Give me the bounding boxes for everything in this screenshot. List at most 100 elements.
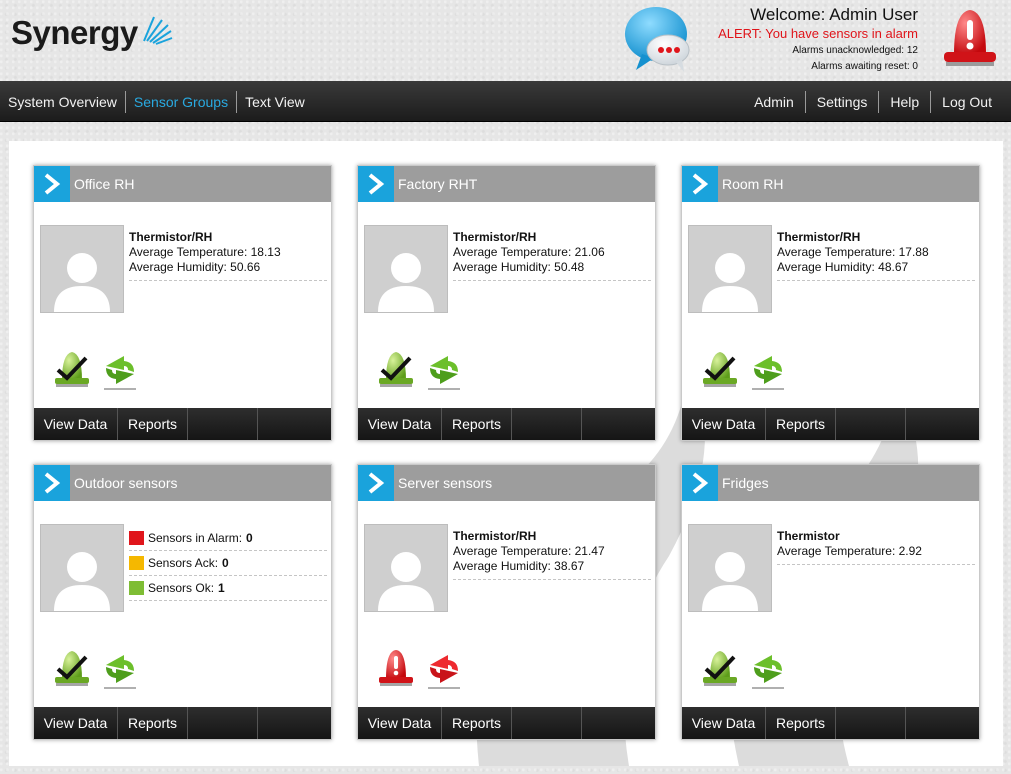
status-count: 0 bbox=[246, 531, 253, 545]
divider bbox=[453, 579, 651, 580]
card-title: Server sensors bbox=[398, 475, 493, 491]
group-avatar bbox=[364, 524, 448, 612]
card-header[interactable]: Fridges bbox=[682, 465, 979, 501]
sensor-info: Thermistor/RH Average Temperature: 17.88… bbox=[777, 230, 975, 281]
expand-arrow-icon[interactable] bbox=[358, 166, 394, 202]
nav-log-out[interactable]: Log Out bbox=[931, 91, 1003, 113]
reports-button[interactable]: Reports bbox=[118, 408, 188, 440]
sensor-groups-panel: Office RH Thermistor/RH Average Temperat… bbox=[9, 141, 1003, 766]
card-title: Office RH bbox=[74, 176, 135, 192]
sensor-type: Thermistor/RH bbox=[777, 230, 861, 244]
average-temperature: Average Temperature: 18.13 bbox=[129, 245, 281, 259]
sensor-info: Thermistor/RH Average Temperature: 21.06… bbox=[453, 230, 651, 281]
sensor-group-card: Office RH Thermistor/RH Average Temperat… bbox=[33, 165, 332, 441]
nav-admin[interactable]: Admin bbox=[743, 91, 805, 113]
chat-bubble-icon[interactable] bbox=[624, 4, 694, 77]
reset-alarm-icon[interactable] bbox=[748, 647, 788, 694]
reset-alarm-icon[interactable] bbox=[748, 348, 788, 395]
expand-arrow-icon[interactable] bbox=[682, 166, 718, 202]
nav-help[interactable]: Help bbox=[879, 91, 930, 113]
status-label: Sensors Ack: bbox=[148, 556, 219, 570]
main-navigation: System Overview Sensor Groups Text View … bbox=[0, 81, 1011, 122]
view-data-button[interactable]: View Data bbox=[358, 707, 442, 739]
average-humidity: Average Humidity: 48.67 bbox=[777, 260, 909, 274]
reports-button[interactable]: Reports bbox=[766, 408, 836, 440]
nav-sensor-groups[interactable]: Sensor Groups bbox=[126, 91, 236, 113]
alarm-alert-text[interactable]: ALERT: You have sensors in alarm bbox=[718, 25, 918, 43]
card-header[interactable]: Factory RHT bbox=[358, 166, 655, 202]
expand-arrow-icon[interactable] bbox=[34, 465, 70, 501]
reset-alarm-icon[interactable] bbox=[100, 348, 140, 395]
reports-button[interactable]: Reports bbox=[118, 707, 188, 739]
average-temperature: Average Temperature: 17.88 bbox=[777, 245, 929, 259]
status-label: Sensors Ok: bbox=[148, 581, 215, 595]
acknowledge-alarm-icon[interactable] bbox=[52, 348, 92, 395]
card-actions bbox=[52, 647, 148, 694]
card-actions bbox=[376, 647, 472, 694]
average-temperature: Average Temperature: 21.06 bbox=[453, 245, 605, 259]
nav-text-view[interactable]: Text View bbox=[237, 91, 313, 113]
card-header[interactable]: Room RH bbox=[682, 166, 979, 202]
reports-button[interactable]: Reports bbox=[766, 707, 836, 739]
group-avatar bbox=[364, 225, 448, 313]
card-footer: View Data Reports bbox=[682, 408, 979, 440]
empty-footer-slot bbox=[836, 707, 906, 739]
ok-status-swatch bbox=[129, 581, 144, 595]
reset-alarm-icon[interactable] bbox=[424, 647, 464, 694]
divider bbox=[777, 564, 975, 565]
alarm-status-swatch bbox=[129, 531, 144, 545]
view-data-button[interactable]: View Data bbox=[34, 408, 118, 440]
group-avatar bbox=[688, 225, 772, 313]
card-actions bbox=[376, 348, 472, 395]
card-actions bbox=[700, 647, 796, 694]
welcome-text: Welcome: Admin User bbox=[750, 5, 918, 24]
acknowledge-alarm-icon[interactable] bbox=[700, 348, 740, 395]
card-footer: View Data Reports bbox=[358, 408, 655, 440]
group-avatar bbox=[688, 524, 772, 612]
expand-arrow-icon[interactable] bbox=[682, 465, 718, 501]
card-title: Room RH bbox=[722, 176, 784, 192]
view-data-button[interactable]: View Data bbox=[682, 707, 766, 739]
acknowledge-alarm-icon[interactable] bbox=[376, 348, 416, 395]
empty-footer-slot bbox=[836, 408, 906, 440]
card-footer: View Data Reports bbox=[358, 707, 655, 739]
reports-button[interactable]: Reports bbox=[442, 707, 512, 739]
card-footer: View Data Reports bbox=[34, 707, 331, 739]
card-header[interactable]: Office RH bbox=[34, 166, 331, 202]
sensor-group-card: Server sensors Thermistor/RH Average Tem… bbox=[357, 464, 656, 740]
card-footer: View Data Reports bbox=[34, 408, 331, 440]
empty-footer-slot bbox=[512, 408, 582, 440]
status-alarm-row: Sensors in Alarm: 0 bbox=[129, 526, 327, 551]
card-actions bbox=[52, 348, 148, 395]
card-header[interactable]: Server sensors bbox=[358, 465, 655, 501]
sensor-status-list: Sensors in Alarm: 0 Sensors Ack: 0 Senso… bbox=[129, 526, 327, 601]
divider bbox=[777, 280, 975, 281]
sensor-info: Thermistor/RH Average Temperature: 18.13… bbox=[129, 230, 327, 281]
nav-system-overview[interactable]: System Overview bbox=[0, 91, 125, 113]
average-temperature: Average Temperature: 2.92 bbox=[777, 544, 922, 558]
reset-alarm-icon[interactable] bbox=[424, 348, 464, 395]
nav-settings[interactable]: Settings bbox=[806, 91, 879, 113]
average-humidity: Average Humidity: 38.67 bbox=[453, 559, 585, 573]
sensor-info: Thermistor Average Temperature: 2.92 bbox=[777, 529, 975, 565]
alarm-siren-icon[interactable] bbox=[376, 647, 416, 694]
acknowledge-alarm-icon[interactable] bbox=[700, 647, 740, 694]
nav-right: Admin Settings Help Log Out bbox=[743, 81, 1003, 122]
status-count: 1 bbox=[218, 581, 225, 595]
reports-button[interactable]: Reports bbox=[442, 408, 512, 440]
view-data-button[interactable]: View Data bbox=[682, 408, 766, 440]
signal-wave-icon bbox=[142, 16, 173, 45]
header: Synergy Welcome: Admin User ALERT: You h… bbox=[0, 0, 1011, 81]
card-header[interactable]: Outdoor sensors bbox=[34, 465, 331, 501]
view-data-button[interactable]: View Data bbox=[34, 707, 118, 739]
synergy-logo[interactable]: Synergy bbox=[11, 14, 174, 52]
expand-arrow-icon[interactable] bbox=[34, 166, 70, 202]
average-humidity: Average Humidity: 50.66 bbox=[129, 260, 261, 274]
card-title: Factory RHT bbox=[398, 176, 478, 192]
alarm-siren-icon[interactable] bbox=[940, 6, 1000, 75]
expand-arrow-icon[interactable] bbox=[358, 465, 394, 501]
view-data-button[interactable]: View Data bbox=[358, 408, 442, 440]
divider bbox=[453, 280, 651, 281]
acknowledge-alarm-icon[interactable] bbox=[52, 647, 92, 694]
reset-alarm-icon[interactable] bbox=[100, 647, 140, 694]
